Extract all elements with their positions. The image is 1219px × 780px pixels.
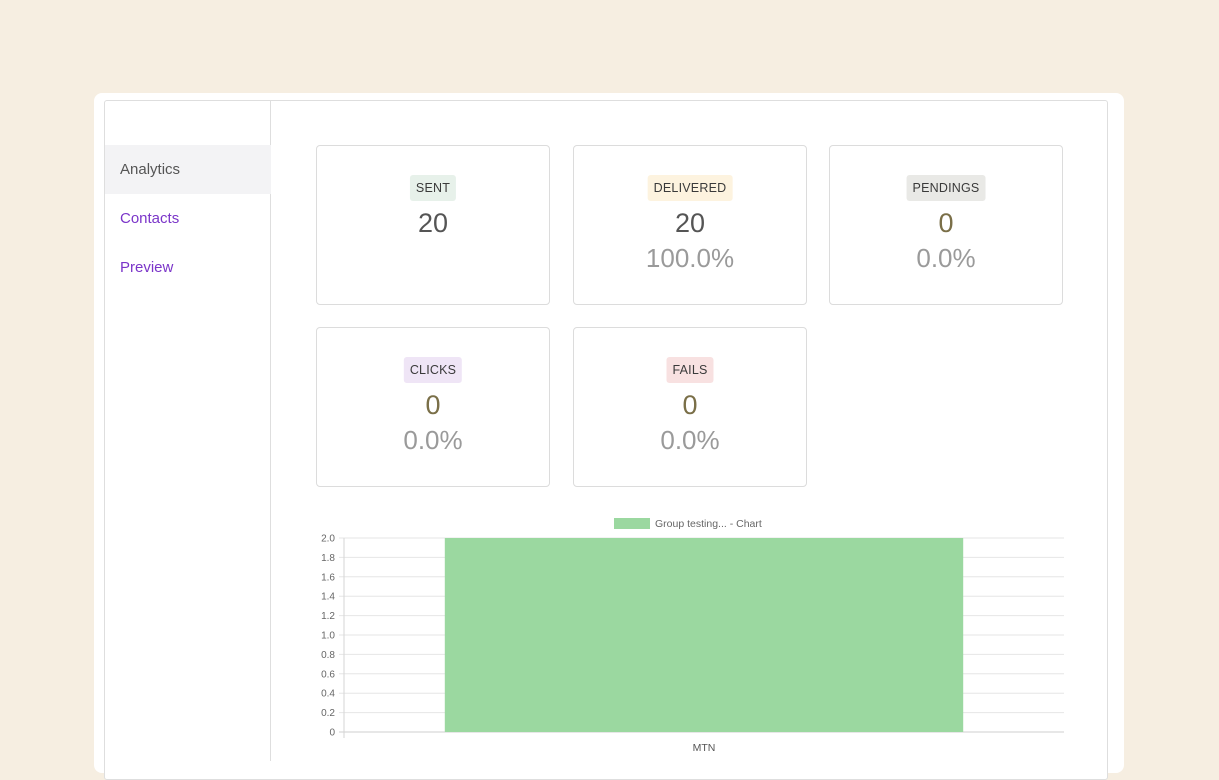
y-tick-label: 0 [329, 728, 335, 739]
chart-svg: 0 0.2 0.4 0.6 0.8 1.0 1.2 1.4 1.6 1.8 2.0 MTN Grou… [321, 518, 1064, 754]
stat-card-sent: SENT 20 [316, 145, 550, 305]
pendings-count: 0 [938, 208, 954, 238]
sent-badge: SENT [409, 175, 457, 201]
chart-bars [444, 538, 964, 732]
sidebar-item-preview[interactable]: Preview [105, 243, 271, 292]
sidebar: Analytics Contacts Preview [105, 101, 271, 761]
sidebar-item-analytics[interactable]: Analytics [105, 145, 271, 194]
y-axis-ticks: 0 0.2 0.4 0.6 0.8 1.0 1.2 1.4 1.6 1.8 2.0 [321, 534, 335, 739]
stat-card-fails: FAILS 0 0.0% [573, 327, 807, 487]
y-tick-label: 1.2 [321, 611, 335, 622]
pendings-badge: PENDINGS [906, 175, 986, 201]
sent-count: 20 [417, 208, 449, 238]
clicks-count: 0 [425, 390, 441, 420]
x-axis-ticks: MTN [693, 742, 716, 754]
delivered-badge: DELIVERED [647, 175, 733, 201]
sidebar-item-contacts[interactable]: Contacts [105, 194, 271, 243]
fails-count: 0 [682, 390, 698, 420]
y-tick-label: 1.8 [321, 553, 335, 564]
stat-card-delivered: DELIVERED 20 100.0% [573, 145, 807, 305]
legend-label: Group testing... - Chart [655, 518, 762, 530]
clicks-percent: 0.0% [403, 425, 463, 455]
stat-card-clicks: CLICKS 0 0.0% [316, 327, 550, 487]
y-tick-label: 0.8 [321, 650, 335, 661]
pendings-percent: 0.0% [916, 243, 976, 273]
bar-mtn [444, 538, 964, 732]
stat-card-pendings: PENDINGS 0 0.0% [829, 145, 1063, 305]
fails-percent: 0.0% [660, 425, 720, 455]
y-tick-label: 2.0 [321, 534, 335, 545]
clicks-badge: CLICKS [403, 357, 463, 383]
y-tick-label: 0.2 [321, 708, 335, 719]
chart-legend: Group testing... - Chart [614, 518, 762, 530]
y-tick-label: 1.4 [321, 592, 335, 603]
bar-chart: 0 0.2 0.4 0.6 0.8 1.0 1.2 1.4 1.6 1.8 2.0 MTN Grou… [300, 512, 1080, 762]
x-tick-label: MTN [693, 742, 716, 754]
y-tick-label: 0.4 [321, 689, 335, 700]
y-tick-label: 1.6 [321, 572, 335, 583]
delivered-count: 20 [674, 208, 706, 238]
y-tick-label: 1.0 [321, 631, 335, 642]
fails-badge: FAILS [666, 357, 714, 383]
y-tick-label: 0.6 [321, 669, 335, 680]
delivered-percent: 100.0% [645, 243, 735, 273]
legend-swatch [614, 518, 650, 529]
